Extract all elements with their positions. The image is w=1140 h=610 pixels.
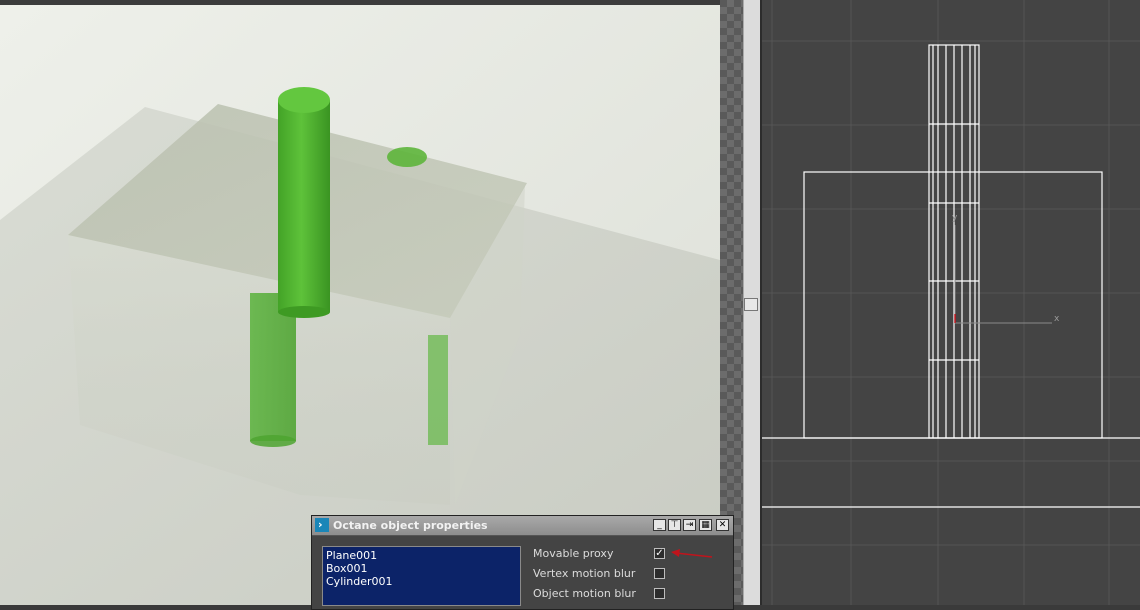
logo-icon: ›: [315, 518, 329, 532]
minimize-icon[interactable]: _: [653, 519, 666, 531]
dock-icon[interactable]: ⇥: [683, 519, 696, 531]
transform-gizmo: x y: [952, 213, 1060, 324]
ortho-viewport[interactable]: x y: [762, 0, 1140, 605]
viewport-grid: [762, 0, 1140, 605]
wireframe-objects: [762, 44, 1140, 508]
dialog-titlebar[interactable]: › Octane object properties _ ⊤ ⇥ ▦ ✕: [312, 516, 733, 536]
vertex-motion-blur-label: Vertex motion blur: [533, 567, 636, 580]
axis-x-label: x: [1054, 314, 1060, 324]
movable-proxy-label: Movable proxy: [533, 547, 614, 560]
pin-icon[interactable]: ⊤: [668, 519, 681, 531]
list-item[interactable]: Box001: [326, 562, 367, 575]
wireframe-canvas: x y: [762, 0, 1140, 605]
dialog-title: Octane object properties: [333, 519, 488, 532]
object-list[interactable]: Plane001 Box001 Cylinder001: [322, 546, 521, 606]
movable-proxy-checkbox[interactable]: ✓: [654, 548, 665, 559]
cylinder-upper: [278, 100, 330, 312]
object-motion-blur-label: Object motion blur: [533, 587, 636, 600]
axis-y-label: y: [952, 213, 958, 223]
object-motion-blur-checkbox[interactable]: [654, 588, 665, 599]
vertex-motion-blur-checkbox[interactable]: [654, 568, 665, 579]
arrow-annotation-icon: [671, 549, 713, 558]
list-item[interactable]: Plane001: [326, 549, 377, 562]
list-item[interactable]: Cylinder001: [326, 575, 393, 588]
close-icon[interactable]: ✕: [716, 519, 729, 531]
cylinder-cap-top: [278, 87, 330, 113]
scrollbar-thumb[interactable]: [744, 298, 758, 311]
octane-object-properties-dialog[interactable]: › Octane object properties _ ⊤ ⇥ ▦ ✕ Pla…: [311, 515, 734, 610]
cylinder-cap-back: [387, 147, 427, 167]
options-icon[interactable]: ▦: [699, 519, 712, 531]
